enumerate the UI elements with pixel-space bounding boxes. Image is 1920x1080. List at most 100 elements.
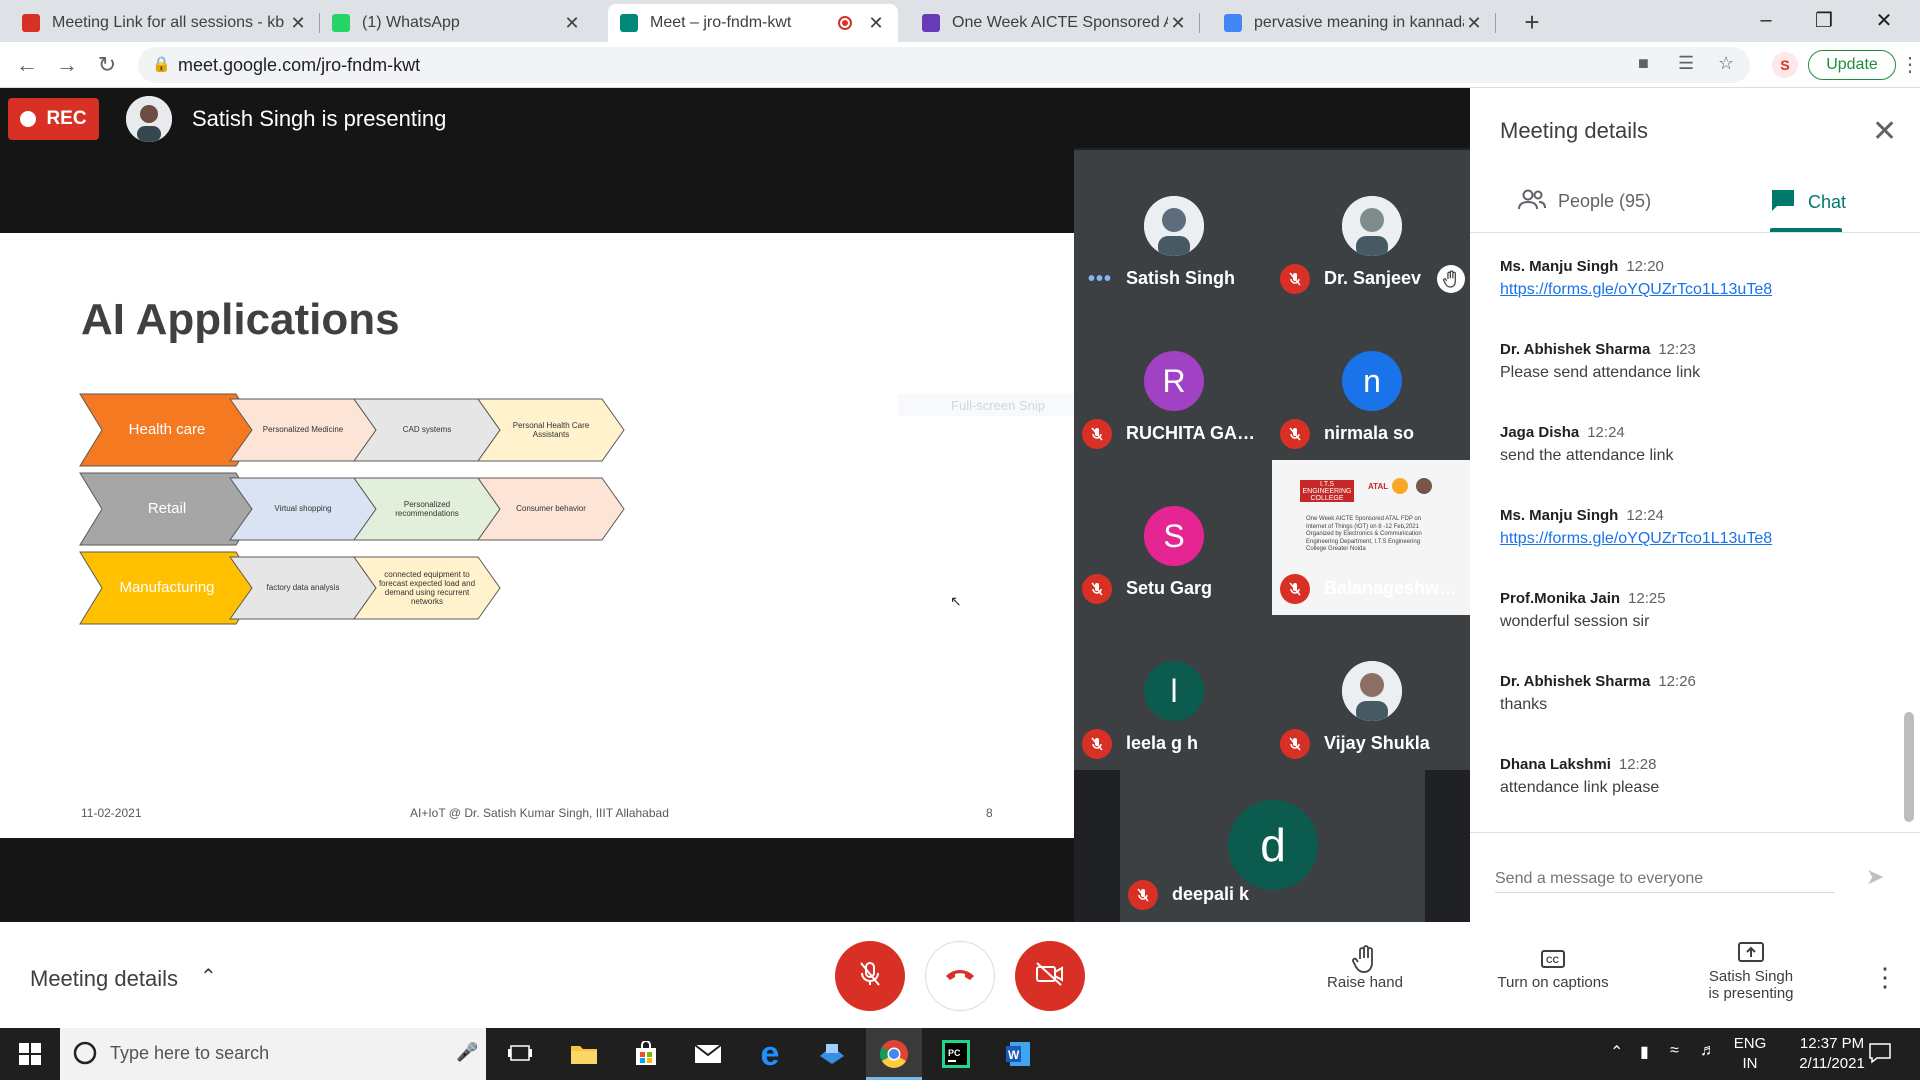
slide-footer-center: AI+IoT @ Dr. Satish Kumar Singh, IIIT Al…: [410, 806, 669, 820]
participant-name: Satish Singh: [1126, 268, 1236, 288]
language-indicator[interactable]: ENG IN: [1730, 1034, 1770, 1075]
browser-tab-4[interactable]: One Week AICTE Sponsored ATAL✕: [910, 4, 1200, 42]
chat-time: 12:23: [1658, 341, 1696, 358]
camera-icon[interactable]: ■: [1638, 53, 1649, 74]
tab-title: Meeting Link for all sessions - kb: [52, 14, 285, 31]
meet-control-bar: Meeting details ⌃ Raise hand CC Turn on …: [0, 922, 1920, 1028]
chat-text: wonderful session sir: [1500, 613, 1650, 630]
chat-message: Dr. Abhishek Sharma 12:26 thanks: [1500, 673, 1880, 714]
participant-name: Setu Garg: [1126, 578, 1213, 598]
raise-hand-button[interactable]: Raise hand: [1290, 944, 1440, 991]
presenting-button[interactable]: Satish Singh is presenting: [1676, 938, 1826, 1002]
reload-icon[interactable]: ↻: [92, 50, 122, 80]
muted-mic-icon: [1280, 264, 1310, 294]
task-view-icon[interactable]: [502, 1036, 538, 1072]
close-tab-icon[interactable]: ✕: [866, 13, 886, 34]
participant-tile[interactable]: Dr. Sanjeev: [1272, 150, 1470, 305]
camera-toggle-button[interactable]: [1015, 941, 1085, 1011]
minimize-icon[interactable]: –: [1738, 0, 1794, 40]
recording-indicator-icon: [838, 16, 852, 30]
tab-chat[interactable]: Chat: [1770, 188, 1846, 217]
chat-sender: Dhana Lakshmi: [1500, 756, 1611, 773]
lock-icon: 🔒: [152, 56, 171, 73]
chat-message: Jaga Disha 12:24 send the attendance link: [1500, 424, 1880, 465]
chevron-up-icon[interactable]: ⌃: [200, 964, 217, 989]
slide-bottom-band: [0, 838, 1074, 922]
tab-people[interactable]: People (95): [1518, 188, 1651, 215]
presentation-slide: AI Applications Health care Personalized …: [0, 233, 1098, 838]
maximize-icon[interactable]: ❐: [1796, 0, 1852, 40]
chat-sender: Ms. Manju Singh: [1500, 507, 1619, 524]
tray-chevron-icon[interactable]: ⌃: [1610, 1042, 1623, 1062]
pycharm-icon[interactable]: PC: [938, 1036, 974, 1072]
chat-message: Ms. Manju Singh 12:20 https://forms.gle/o…: [1500, 258, 1880, 299]
chat-message: Dr. Abhishek Sharma 12:23 Please send att…: [1500, 341, 1880, 382]
captions-button[interactable]: CC Turn on captions: [1478, 944, 1628, 991]
slide-footer-date: 11-02-2021: [81, 806, 142, 820]
participant-tile-deepali[interactable]: d deepali k: [1120, 768, 1425, 922]
address-bar: ← → ↻ 🔒 meet.google.com/jro-fndm-kwt ■ ☰…: [0, 42, 1920, 88]
browser-tab-bar: Meeting Link for all sessions - kb ✕ (1) W…: [0, 0, 1920, 42]
windows-start-icon[interactable]: [12, 1036, 48, 1072]
close-panel-icon[interactable]: ✕: [1872, 114, 1897, 149]
chat-link[interactable]: https://forms.gle/oYQUZrTco1L13uTe8: [1500, 530, 1880, 548]
participant-name: Vijay Shukla: [1324, 733, 1430, 753]
participant-avatar: S: [1144, 506, 1204, 566]
close-tab-icon[interactable]: ✕: [288, 13, 308, 34]
microphone-icon[interactable]: 🎤: [456, 1042, 478, 1063]
mail-icon[interactable]: [690, 1036, 726, 1072]
forms-icon: [922, 14, 940, 32]
close-tab-icon[interactable]: ✕: [562, 13, 582, 34]
profile-avatar[interactable]: S: [1772, 52, 1798, 78]
close-window-icon[interactable]: ✕: [1856, 0, 1912, 40]
chat-message-input[interactable]: [1495, 866, 1835, 893]
leave-call-button[interactable]: [925, 941, 995, 1011]
browser-tab-5[interactable]: pervasive meaning in kannada - ✕: [1212, 4, 1496, 42]
participant-tile[interactable]: Vijay Shukla: [1272, 615, 1470, 770]
translate-icon[interactable]: ☰: [1678, 53, 1694, 74]
bookmark-star-icon[interactable]: ☆: [1718, 53, 1734, 74]
chrome-icon[interactable]: [876, 1036, 912, 1072]
store-icon[interactable]: [628, 1036, 664, 1072]
update-button[interactable]: Update: [1808, 50, 1896, 80]
panel-divider: [1470, 232, 1920, 233]
browser-tab-1[interactable]: Meeting Link for all sessions - kb ✕: [10, 4, 320, 42]
notification-icon[interactable]: [1868, 1042, 1892, 1069]
snip-tooltip: Full-screen Snip: [898, 394, 1098, 416]
browser-tab-2[interactable]: (1) WhatsApp ✕: [320, 4, 594, 42]
chat-message-header: Dhana Lakshmi 12:28: [1500, 756, 1880, 773]
video-caption: One Week AICTE Sponsored ATAL FDP on Int…: [1306, 516, 1422, 552]
captions-label: Turn on captions: [1497, 974, 1609, 991]
word-icon[interactable]: W: [1000, 1036, 1036, 1072]
participant-tile[interactable]: n nirmala so: [1272, 305, 1470, 460]
mic-toggle-button[interactable]: [835, 941, 905, 1011]
participant-tile[interactable]: R RUCHITA GAUT...: [1074, 305, 1272, 460]
tab-title: pervasive meaning in kannada -: [1254, 14, 1464, 31]
participant-tile[interactable]: l leela g h: [1074, 615, 1272, 770]
browser-menu-icon[interactable]: ⋮: [1900, 52, 1920, 77]
send-icon[interactable]: ➤: [1866, 864, 1884, 890]
close-tab-icon[interactable]: ✕: [1168, 13, 1188, 34]
participant-tile[interactable]: I.T.S ENGINEERING COLLEGE ATAL One Week …: [1272, 460, 1470, 615]
url-text[interactable]: meet.google.com/jro-fndm-kwt: [178, 55, 420, 76]
participant-tile[interactable]: ••• Satish Singh: [1074, 150, 1272, 305]
battery-icon[interactable]: ▮: [1640, 1042, 1649, 1062]
chat-link[interactable]: https://forms.gle/oYQUZrTco1L13uTe8: [1500, 281, 1880, 299]
volume-icon[interactable]: ♬: [1700, 1042, 1716, 1060]
edge-icon[interactable]: e: [752, 1035, 788, 1073]
new-tab-button[interactable]: +: [1516, 6, 1548, 38]
more-options-icon[interactable]: ⋮: [1872, 962, 1898, 993]
back-icon[interactable]: ←: [12, 50, 42, 80]
taskbar-search-box[interactable]: Type here to search 🎤: [60, 1028, 486, 1080]
meeting-details-button[interactable]: Meeting details: [30, 966, 178, 992]
forward-icon[interactable]: →: [52, 50, 82, 80]
app-icon[interactable]: [814, 1036, 850, 1072]
participant-tile[interactable]: S Setu Garg: [1074, 460, 1272, 615]
wifi-icon[interactable]: ≈: [1670, 1042, 1679, 1060]
omnibox[interactable]: 🔒 meet.google.com/jro-fndm-kwt ■ ☰ ☆: [138, 47, 1750, 83]
chat-scrollbar[interactable]: [1904, 712, 1914, 822]
chat-icon: [1770, 188, 1796, 217]
file-explorer-icon[interactable]: [566, 1036, 602, 1072]
browser-tab-3[interactable]: Meet – jro-fndm-kwt ✕: [608, 4, 898, 42]
close-tab-icon[interactable]: ✕: [1464, 13, 1484, 34]
